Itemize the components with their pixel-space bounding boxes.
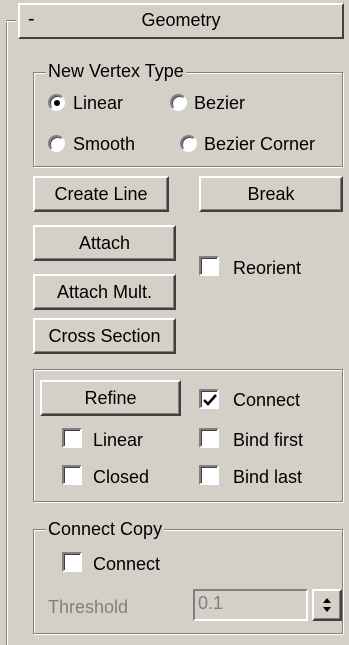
attach-mult-button[interactable]: Attach Mult. [33, 274, 176, 310]
linear-label[interactable]: Linear [93, 429, 143, 451]
bind-first-label[interactable]: Bind first [233, 429, 303, 451]
create-line-button[interactable]: Create Line [33, 176, 169, 212]
bind-first-checkbox[interactable] [199, 428, 219, 448]
connect-label[interactable]: Connect [233, 389, 300, 411]
rollout-title: Geometry [141, 10, 221, 30]
break-button[interactable]: Break [199, 176, 343, 212]
rollout-header-geometry[interactable]: - Geometry [18, 3, 344, 39]
reorient-label[interactable]: Reorient [233, 257, 301, 279]
threshold-spinner[interactable] [312, 589, 342, 621]
radio-linear-label[interactable]: Linear [73, 92, 123, 114]
radio-bezier-label[interactable]: Bezier [194, 92, 245, 114]
closed-label[interactable]: Closed [93, 466, 149, 488]
radio-linear[interactable] [48, 94, 65, 111]
attach-button[interactable]: Attach [33, 225, 176, 261]
cross-section-button[interactable]: Cross Section [33, 318, 176, 354]
threshold-label: Threshold [48, 597, 129, 617]
radio-selected-dot [54, 100, 60, 106]
radio-smooth-label[interactable]: Smooth [73, 133, 135, 155]
radio-bezier-corner[interactable] [180, 135, 197, 152]
radio-bezier[interactable] [170, 94, 187, 111]
radio-smooth[interactable] [48, 135, 65, 152]
connect-copy-checkbox[interactable] [62, 552, 82, 572]
connect-copy-label[interactable]: Connect [93, 553, 160, 575]
closed-checkbox[interactable] [62, 465, 82, 485]
connect-checkbox[interactable] [199, 389, 219, 409]
spinner-down-icon[interactable] [323, 607, 331, 612]
bind-last-checkbox[interactable] [199, 465, 219, 485]
threshold-input[interactable]: 0.1 [193, 589, 308, 621]
refine-button[interactable]: Refine [40, 380, 181, 416]
linear-checkbox[interactable] [62, 428, 82, 448]
connect-copy-legend: Connect Copy [46, 519, 165, 539]
bind-last-label[interactable]: Bind last [233, 466, 302, 488]
checkmark-icon [203, 394, 217, 406]
spinner-up-icon[interactable] [323, 598, 331, 603]
new-vertex-type-legend: New Vertex Type [46, 61, 186, 81]
reorient-checkbox[interactable] [199, 256, 219, 276]
radio-bezier-corner-label[interactable]: Bezier Corner [204, 133, 315, 155]
rollout-frame [6, 20, 8, 645]
rollout-frame-tick [6, 20, 16, 22]
